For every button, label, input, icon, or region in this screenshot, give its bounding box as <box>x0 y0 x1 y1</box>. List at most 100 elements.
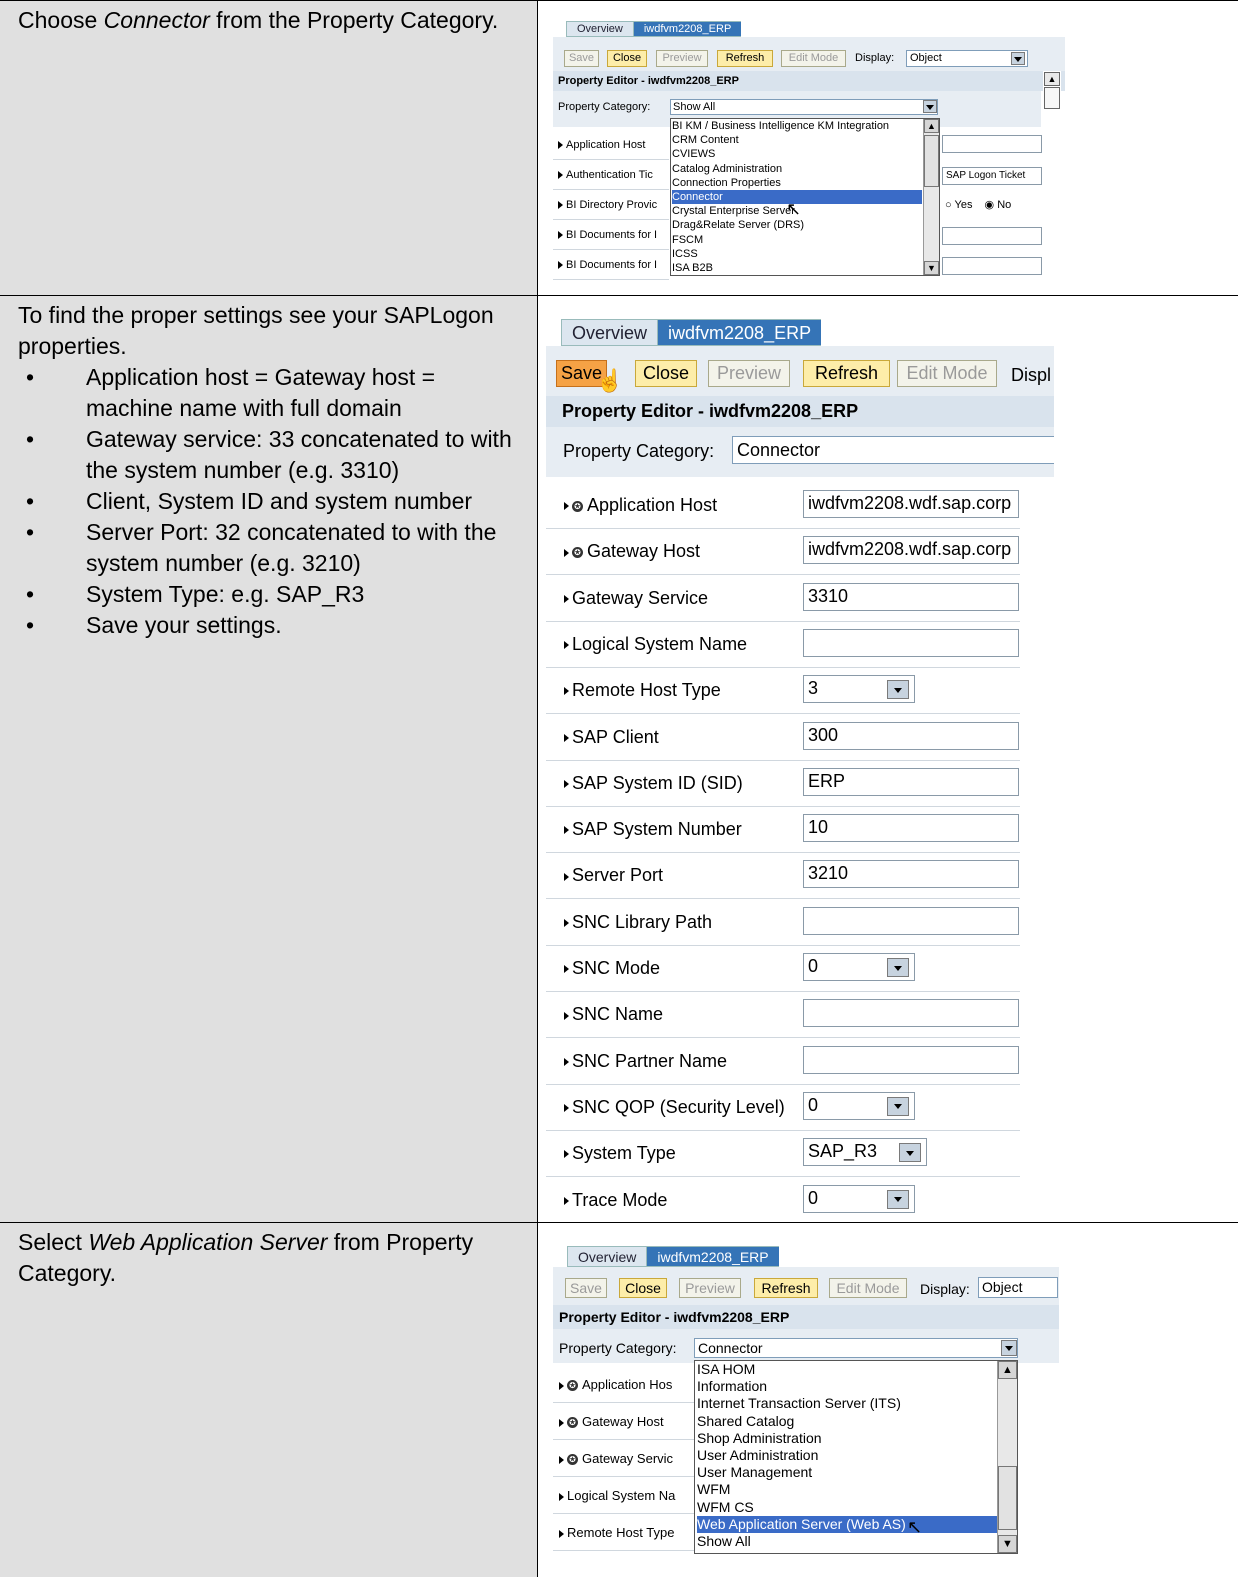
expand-icon[interactable] <box>564 780 569 789</box>
save-button[interactable]: Save <box>564 50 599 67</box>
prop-input[interactable]: 3210 <box>803 860 1019 889</box>
tab-system[interactable]: iwdfvm2208_ERP <box>632 21 742 37</box>
list-item[interactable]: Information <box>697 1378 1017 1395</box>
list-item[interactable]: WFM <box>697 1481 1017 1498</box>
list-scroll-up-icon[interactable]: ▲ <box>998 1361 1017 1379</box>
expand-icon[interactable] <box>564 1150 569 1159</box>
expand-icon[interactable] <box>559 1455 564 1464</box>
edit-mode-button[interactable]: Edit Mode <box>829 1278 907 1298</box>
prop-input[interactable]: iwdfvm2208.wdf.sap.corp <box>803 490 1019 518</box>
list-item[interactable]: ICSS <box>672 247 939 261</box>
list-scroll-thumb[interactable] <box>924 135 939 187</box>
prop-input[interactable] <box>803 906 1019 935</box>
expand-icon[interactable] <box>564 1196 569 1205</box>
list-item[interactable]: Show All <box>697 1533 1017 1550</box>
list-item[interactable]: User Administration <box>697 1447 1017 1464</box>
prop-input[interactable] <box>942 257 1042 275</box>
edit-mode-button[interactable]: Edit Mode <box>897 360 997 387</box>
prop-input[interactable] <box>803 1045 1019 1074</box>
list-item[interactable]: WFM CS <box>697 1499 1017 1516</box>
list-scroll-down-icon[interactable]: ▼ <box>924 261 939 275</box>
expand-icon[interactable] <box>564 1011 569 1020</box>
dropdown-icon[interactable] <box>899 1143 921 1163</box>
list-item[interactable]: FSCM <box>672 233 939 247</box>
refresh-button[interactable]: Refresh <box>803 360 890 387</box>
list-item[interactable]: User Management <box>697 1464 1017 1481</box>
list-scrollbar[interactable]: ▲ ▼ <box>923 119 939 275</box>
radio-yes-icon[interactable]: ○ <box>945 199 952 211</box>
expand-icon[interactable] <box>559 1529 564 1538</box>
close-button[interactable]: Close <box>607 50 647 67</box>
list-item[interactable]: Shared Catalog <box>697 1413 1017 1430</box>
category-dropdown-list[interactable]: ISA HOM Information Internet Transaction… <box>694 1360 1018 1554</box>
tab-overview[interactable]: Overview <box>561 319 658 346</box>
category-select[interactable]: Connector <box>694 1338 1018 1358</box>
auth-ticket-input[interactable]: SAP Logon Ticket <box>942 167 1042 185</box>
expand-icon[interactable] <box>564 594 569 603</box>
expand-icon[interactable] <box>564 965 569 974</box>
prop-input[interactable] <box>803 999 1019 1028</box>
expand-icon[interactable] <box>564 872 569 881</box>
dropdown-icon[interactable] <box>887 958 909 977</box>
list-item[interactable]: ISA B2B <box>672 261 939 275</box>
list-item[interactable]: Crystal Enterprise Server <box>672 204 939 218</box>
expand-icon[interactable] <box>558 201 563 210</box>
expand-icon[interactable] <box>564 733 569 742</box>
category-select[interactable]: Show All <box>670 99 938 115</box>
list-scrollbar[interactable]: ▲ ▼ <box>997 1361 1017 1553</box>
prop-input[interactable] <box>942 227 1042 245</box>
expand-icon[interactable] <box>564 918 569 927</box>
preview-button[interactable]: Preview <box>708 360 790 387</box>
list-item[interactable]: ISA HOM <box>697 1361 1017 1378</box>
expand-icon[interactable] <box>558 231 563 240</box>
list-scroll-down-icon[interactable]: ▼ <box>998 1535 1017 1553</box>
expand-icon[interactable] <box>558 261 563 270</box>
list-item[interactable]: Internet Transaction Server (ITS) <box>697 1395 1017 1412</box>
expand-icon[interactable] <box>559 1492 564 1501</box>
tab-overview[interactable]: Overview <box>567 1246 647 1267</box>
category-dropdown-icon[interactable] <box>1001 1340 1017 1356</box>
list-item[interactable]: Shop Administration <box>697 1430 1017 1447</box>
prop-input[interactable]: ERP <box>803 767 1019 796</box>
display-select[interactable]: Object <box>978 1277 1058 1298</box>
prop-input[interactable] <box>803 628 1019 657</box>
expand-icon[interactable] <box>564 641 569 650</box>
dropdown-icon[interactable] <box>887 1096 909 1116</box>
list-item[interactable]: BI KM / Business Intelligence KM Integra… <box>672 119 939 133</box>
close-button[interactable]: Close <box>619 1278 667 1298</box>
dropdown-icon[interactable] <box>887 680 909 700</box>
display-select[interactable]: Object <box>906 50 1028 67</box>
expand-icon[interactable] <box>564 502 569 511</box>
preview-button[interactable]: Preview <box>656 50 708 67</box>
refresh-button[interactable]: Refresh <box>717 50 773 67</box>
list-scroll-thumb[interactable] <box>998 1466 1017 1530</box>
display-dropdown-icon[interactable] <box>1011 52 1025 65</box>
expand-icon[interactable] <box>564 687 569 696</box>
scroll-thumb[interactable] <box>1044 87 1060 109</box>
list-scroll-up-icon[interactable]: ▲ <box>924 119 939 133</box>
expand-icon[interactable] <box>564 826 569 835</box>
prop-input[interactable]: 10 <box>803 814 1019 843</box>
expand-icon[interactable] <box>564 1057 569 1066</box>
expand-icon[interactable] <box>559 1381 564 1390</box>
close-button[interactable]: Close <box>635 360 697 387</box>
expand-icon[interactable] <box>564 548 569 557</box>
prop-input[interactable]: iwdfvm2208.wdf.sap.corp <box>803 536 1019 565</box>
list-item[interactable]: Catalog Administration <box>672 162 939 176</box>
page-scrollbar[interactable]: ▲ <box>1043 71 1061 291</box>
list-item[interactable]: CRM Content <box>672 133 939 147</box>
refresh-button[interactable]: Refresh <box>754 1278 818 1298</box>
prop-input[interactable]: 3310 <box>803 582 1019 611</box>
prop-input[interactable] <box>942 135 1042 153</box>
category-select[interactable]: Connector <box>732 436 1054 464</box>
save-button[interactable]: Save <box>565 1278 607 1298</box>
scroll-up-icon[interactable]: ▲ <box>1044 72 1060 86</box>
category-dropdown-icon[interactable] <box>923 100 937 113</box>
expand-icon[interactable] <box>564 1104 569 1113</box>
list-item-selected[interactable]: Web Application Server (Web AS) <box>697 1515 997 1534</box>
radio-no-icon[interactable]: ◉ <box>985 199 995 211</box>
expand-icon[interactable] <box>558 171 563 180</box>
tab-overview[interactable]: Overview <box>566 21 633 37</box>
expand-icon[interactable] <box>558 141 563 150</box>
tab-system[interactable]: iwdfvm2208_ERP <box>657 319 822 346</box>
